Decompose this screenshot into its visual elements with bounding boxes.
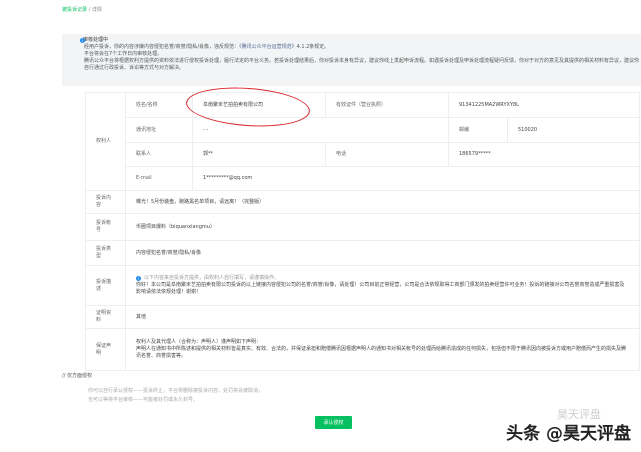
phone-label: 电话 <box>325 142 449 167</box>
account-value: 币圈项目爆料（biquanxiangmu） <box>125 213 640 241</box>
rules-link[interactable]: 《腾讯公众平台运营规范》 <box>239 44 297 50</box>
notice-line-3: 腾讯公众平台将根据权利方提供的资料依法进行侵权投诉处理，履行法定的平台义务。若投… <box>84 58 640 71</box>
notice-title: 审核处理中 <box>83 37 109 43</box>
id-label: 有效证件（营业执照） <box>325 92 449 118</box>
status-notice: i 审核处理中 经用户投诉，你的内容涉嫌内容侵犯名誉/商誉/隐私/肖像，违反规范… <box>62 34 641 86</box>
info-icon: i <box>80 38 85 43</box>
zip-label: 邮编 <box>448 117 508 143</box>
admit-infringement-button[interactable]: 承认侵权 <box>315 416 352 429</box>
section-hints: 你可以自行承认侵权——投诉终止，平台将删除被投诉内容，处罚将会被取消； 也可以等… <box>88 387 263 405</box>
content-label: 投诉内容 <box>85 190 126 214</box>
name-label: 姓名/名称 <box>125 92 193 118</box>
breadcrumb: 被投诉记录 / 详情 <box>62 6 102 13</box>
watermark: 头条 @昊天评盘 <box>506 424 631 444</box>
notice-text: 4.1.2条规定。 <box>296 44 330 50</box>
notice-line-2: 平台将会在7个工作日内审核处理。 <box>84 51 163 57</box>
statement-cell: 权利人及其代理人（合称为：声明人）谨声明如下声明： 声明人在通知书中所陈述和提供… <box>125 328 640 371</box>
breadcrumb-sep: / <box>88 7 91 13</box>
contact-label: 联系人 <box>125 142 193 167</box>
statement-line-1: 权利人及其代理人（合称为：声明人）谨声明如下声明： <box>136 339 262 345</box>
notice-text: 经用户投诉，你的内容涉嫌内容侵犯名誉/商誉/隐私/肖像，违反规范： <box>84 44 240 50</box>
desc-value: 你好！本公司是阜南聚禾艺拍拍卖有限公司投诉的以上链接内容侵犯公司的名誉/商誉/肖… <box>136 282 625 295</box>
content-value: 曝光！5月份装盘，跑路黑名单项目，请远离！（完整版） <box>125 190 640 214</box>
section-title: // 仅方面侵权 <box>62 373 92 379</box>
desc-label: 投诉描述 <box>85 265 126 306</box>
zip-value: 510020 <box>507 117 640 143</box>
proof-label: 证明资料 <box>85 305 126 329</box>
id-value: 91341225MA2WRYXY8L <box>448 92 640 118</box>
statement-line-2: 声明人在通知书中所陈述和提供的相关材料皆是真实、有效、合法的，并保证承担和赔偿腾… <box>136 346 627 359</box>
hint-line-2: 也可以等待平台审核——可能被处罚或永久封号。 <box>88 397 199 403</box>
type-label: 投诉类型 <box>85 240 126 266</box>
type-value: 内容侵犯名誉/商誉/隐私/肖像 <box>125 240 640 266</box>
desc-tip-text: 以下内容来自投诉方提供，由权利人自行填写，请谨慎操作。 <box>144 275 280 281</box>
info-icon: i <box>136 276 141 281</box>
hint-line-1: 你可以自行承认侵权——投诉终止，平台将删除被投诉内容，处罚将会被取消； <box>88 388 264 394</box>
email-value: 1*********@qq.com <box>192 166 640 191</box>
account-label: 投诉帐号 <box>85 213 126 241</box>
breadcrumb-current: 详情 <box>91 7 102 13</box>
statement-label: 保证声明 <box>85 328 126 371</box>
phone-value: 186579***** <box>448 142 640 167</box>
rights-holder-label: 权利人 <box>85 92 126 191</box>
proof-value: 其他 <box>125 305 640 329</box>
address-label: 通讯地址 <box>125 117 193 143</box>
notice-line-1: 经用户投诉，你的内容涉嫌内容侵犯名誉/商誉/隐私/肖像，违反规范：《腾讯公众平台… <box>84 44 641 51</box>
contact-value: 郭** <box>192 142 326 167</box>
email-label: E-mail <box>125 166 193 191</box>
desc-tip: i 以下内容来自投诉方提供，由权利人自行填写，请谨慎操作。 <box>136 275 629 282</box>
complaint-detail-table: 权利人 姓名/名称 阜南聚禾艺拍拍卖有限公司 有效证件（营业执照） 913412… <box>85 92 640 371</box>
breadcrumb-parent-link[interactable]: 被投诉记录 <box>62 7 87 13</box>
desc-cell: i 以下内容来自投诉方提供，由权利人自行填写，请谨慎操作。 你好！本公司是阜南聚禾… <box>125 265 640 306</box>
